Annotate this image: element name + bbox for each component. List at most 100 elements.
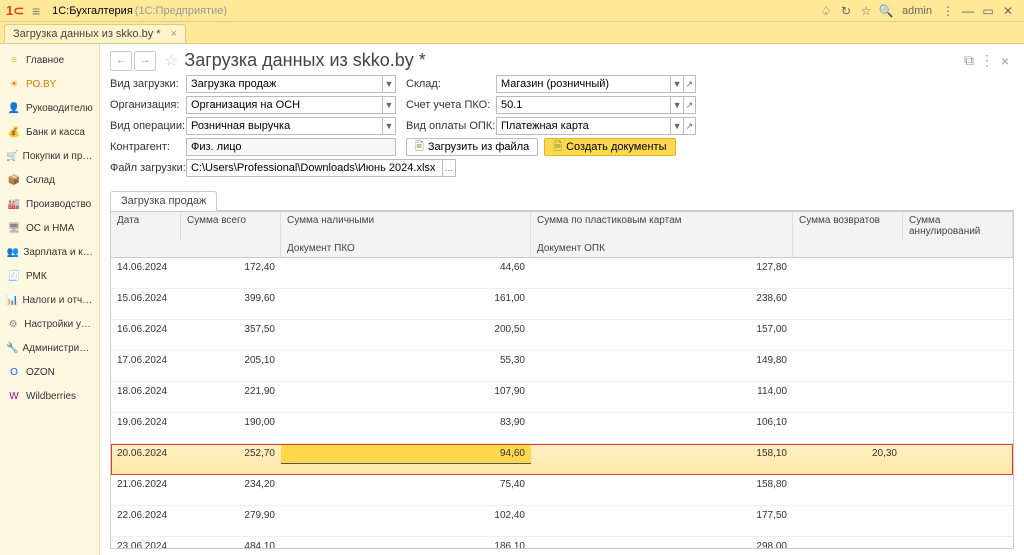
sidebar-label: РМК <box>26 271 47 282</box>
label-vid-oper: Вид операции: <box>110 120 186 132</box>
table-row[interactable]: 22.06.2024279,90102,40177,50 <box>111 506 1013 537</box>
nav-back-button[interactable]: ← <box>110 51 132 71</box>
input-org[interactable] <box>187 99 382 111</box>
sidebar: ≡Главное☀РО.BY👤Руководителю💰Банк и касса… <box>0 44 100 555</box>
sidebar-item[interactable]: 🔧Администрирование <box>0 336 99 360</box>
cell-card: 158,80 <box>531 475 793 494</box>
subtab-sales[interactable]: Загрузка продаж <box>110 191 217 211</box>
bell-icon[interactable]: ♤ <box>816 4 836 18</box>
sidebar-item[interactable]: 🧾 РМК <box>0 264 99 288</box>
dropdown-icon[interactable]: ▼ <box>670 118 682 134</box>
th-card[interactable]: Сумма по пластиковым картам <box>531 212 793 240</box>
input-schet[interactable] <box>497 99 670 111</box>
table-row[interactable]: 16.06.2024357,50200,50157,00 <box>111 320 1013 351</box>
th-sum[interactable]: Сумма всего <box>181 212 281 240</box>
table-row[interactable]: 18.06.2024221,90107,90114,00 <box>111 382 1013 413</box>
input-vid-zagruzki[interactable] <box>187 78 382 90</box>
sidebar-item[interactable]: 🏭Производство <box>0 192 99 216</box>
cell-date: 20.06.2024 <box>111 444 181 463</box>
more-icon[interactable]: ⋮ <box>978 52 996 69</box>
form-area: Вид загрузки: ▼ Склад: ▼↗ Организация: ▼… <box>100 75 1024 186</box>
dropdown-icon[interactable]: ▼ <box>382 97 395 113</box>
input-file[interactable] <box>187 162 442 174</box>
cell-cash: 186,10 <box>281 537 531 548</box>
table-body[interactable]: 14.06.2024172,4044,60127,8015.06.2024399… <box>111 258 1013 548</box>
field-vid-opl[interactable]: ▼↗ <box>496 117 696 135</box>
sidebar-item[interactable]: 👤Руководителю <box>0 96 99 120</box>
open-ref-icon[interactable]: ↗ <box>683 118 695 134</box>
field-vid-zagruzki[interactable]: ▼ <box>186 75 396 93</box>
close-icon[interactable]: ✕ <box>998 4 1018 18</box>
dropdown-icon[interactable]: ▼ <box>382 76 395 92</box>
history-icon[interactable]: ↻ <box>836 4 856 18</box>
sidebar-item[interactable]: 🛒Покупки и продажи <box>0 144 99 168</box>
cell-card: 114,00 <box>531 382 793 401</box>
tab-active[interactable]: Загрузка данных из skko.by * × <box>4 24 186 43</box>
dropdown-icon[interactable]: ▼ <box>670 76 682 92</box>
browse-icon[interactable]: … <box>442 160 455 176</box>
cell-ann <box>903 444 1013 452</box>
table-row[interactable]: 23.06.2024484,10186,10298,00 <box>111 537 1013 548</box>
open-new-icon[interactable]: ⧉ <box>960 52 978 69</box>
sidebar-icon: 👤 <box>6 100 22 116</box>
field-schet[interactable]: ▼↗ <box>496 96 696 114</box>
sidebar-item[interactable]: 💰Банк и касса <box>0 120 99 144</box>
th-doc-pko[interactable]: Документ ПКО <box>281 240 531 257</box>
star-icon[interactable]: ☆ <box>856 4 876 18</box>
th-ann[interactable]: Сумма аннулирований <box>903 212 1013 240</box>
th-date[interactable]: Дата <box>111 212 181 240</box>
user-label[interactable]: admin <box>902 5 932 17</box>
load-from-file-button[interactable]: 🖹Загрузить из файла <box>406 138 538 156</box>
open-ref-icon[interactable]: ↗ <box>683 97 695 113</box>
maximize-icon[interactable]: ▭ <box>978 4 998 18</box>
nav-forward-button[interactable]: → <box>134 51 156 71</box>
table-row[interactable]: 15.06.2024399,60161,00238,60 <box>111 289 1013 320</box>
sidebar-item[interactable]: WWildberries <box>0 384 99 408</box>
sidebar-item[interactable]: ≡Главное <box>0 48 99 72</box>
tab-close-icon[interactable]: × <box>171 28 177 40</box>
open-ref-icon[interactable]: ↗ <box>683 76 695 92</box>
favorite-icon[interactable]: ☆ <box>164 51 178 71</box>
tabbar: Загрузка данных из skko.by * × <box>0 22 1024 44</box>
field-org[interactable]: ▼ <box>186 96 396 114</box>
data-table: Дата Сумма всего Сумма наличными Сумма п… <box>110 211 1014 549</box>
th-doc-opk[interactable]: Документ ОПК <box>531 240 793 257</box>
field-sklad[interactable]: ▼↗ <box>496 75 696 93</box>
sidebar-item[interactable]: ⚙Настройки учета <box>0 312 99 336</box>
th-cash[interactable]: Сумма наличными <box>281 212 531 240</box>
field-file[interactable]: … <box>186 159 456 177</box>
page-close-icon[interactable]: × <box>996 53 1014 69</box>
minimize-icon[interactable]: — <box>958 4 978 18</box>
sidebar-icon: 🧾 <box>6 268 22 284</box>
sidebar-icon: O <box>6 364 22 380</box>
cell-ann <box>903 413 1013 421</box>
sidebar-icon: ⚙ <box>6 316 20 332</box>
dropdown-icon[interactable]: ▼ <box>670 97 682 113</box>
dropdown-icon[interactable]: ▼ <box>382 118 395 134</box>
sidebar-item[interactable]: 📦Склад <box>0 168 99 192</box>
input-vid-oper[interactable] <box>187 120 382 132</box>
table-row[interactable]: 19.06.2024190,0083,90106,10 <box>111 413 1013 444</box>
cell-ret <box>793 382 903 390</box>
table-row[interactable]: 20.06.2024252,7094,60158,1020,30 <box>111 444 1013 475</box>
table-row[interactable]: 21.06.2024234,2075,40158,80 <box>111 475 1013 506</box>
table-row[interactable]: 17.06.2024205,1055,30149,80 <box>111 351 1013 382</box>
cell-ret <box>793 537 903 545</box>
sidebar-item[interactable]: 📊Налоги и отчетность <box>0 288 99 312</box>
sidebar-label: Покупки и продажи <box>23 151 93 162</box>
sidebar-item[interactable]: 👥Зарплата и кадры <box>0 240 99 264</box>
field-vid-oper[interactable]: ▼ <box>186 117 396 135</box>
sidebar-item[interactable]: ☀РО.BY <box>0 72 99 96</box>
input-sklad[interactable] <box>497 78 670 90</box>
th-ret[interactable]: Сумма возвратов <box>793 212 903 240</box>
table-row[interactable]: 14.06.2024172,4044,60127,80 <box>111 258 1013 289</box>
sidebar-item[interactable]: 🖥ОС и НМА <box>0 216 99 240</box>
search-icon[interactable]: 🔍 <box>876 4 896 18</box>
sidebar-item[interactable]: OOZON <box>0 360 99 384</box>
input-vid-opl[interactable] <box>497 120 670 132</box>
settings-icon[interactable]: ⋮ <box>938 4 958 18</box>
field-kontragent[interactable] <box>186 138 396 156</box>
create-documents-button[interactable]: 🗎Создать документы <box>544 138 675 156</box>
label-sklad: Склад: <box>406 78 496 90</box>
main-menu-icon[interactable]: ≡ <box>28 3 44 19</box>
